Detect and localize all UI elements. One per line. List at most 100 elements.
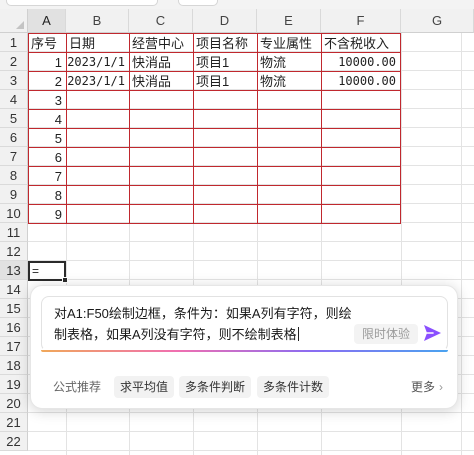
table-cell[interactable] [321, 110, 400, 129]
row-header-2[interactable]: 2 [0, 52, 28, 71]
table-cell[interactable] [66, 167, 129, 186]
row-header-10[interactable]: 10 [0, 204, 28, 223]
table-cell[interactable] [66, 205, 129, 224]
table-cell[interactable] [129, 129, 193, 148]
more-suggestions-link[interactable]: 更多 › [411, 376, 443, 398]
table-cell[interactable] [321, 186, 400, 205]
table-header-cell[interactable]: 日期 [66, 34, 129, 53]
table-cell[interactable] [66, 186, 129, 205]
column-header-g[interactable]: G [401, 9, 474, 33]
row-header-14[interactable]: 14 [0, 280, 28, 299]
row-header-7[interactable]: 7 [0, 147, 28, 166]
table-cell[interactable] [257, 167, 321, 186]
table-cell[interactable]: 6 [28, 148, 66, 167]
suggestion-chip-multi-condition[interactable]: 多条件判断 [179, 376, 252, 398]
table-cell[interactable] [321, 148, 400, 167]
table-header-cell[interactable]: 专业属性 [257, 34, 321, 53]
table-cell[interactable]: 5 [28, 129, 66, 148]
sheet-tab-fragment[interactable] [6, 0, 158, 6]
row-header-4[interactable]: 4 [0, 90, 28, 109]
send-arrow-icon[interactable] [421, 322, 443, 344]
table-cell[interactable] [193, 91, 257, 110]
table-cell[interactable] [66, 129, 129, 148]
row-header-1[interactable]: 1 [0, 33, 28, 52]
column-header-d[interactable]: D [193, 9, 257, 33]
table-header-cell[interactable]: 经营中心 [129, 34, 193, 53]
table-cell[interactable]: 2 [28, 72, 66, 91]
row-header-8[interactable]: 8 [0, 166, 28, 185]
table-cell[interactable] [257, 110, 321, 129]
table-cell[interactable]: 项目1 [193, 53, 257, 72]
table-cell[interactable] [193, 148, 257, 167]
table-cell[interactable] [193, 186, 257, 205]
row-header-20[interactable]: 20 [0, 394, 28, 413]
table-cell[interactable] [193, 205, 257, 224]
table-cell[interactable] [66, 91, 129, 110]
table-cell[interactable]: 9 [28, 205, 66, 224]
row-header-5[interactable]: 5 [0, 109, 28, 128]
table-cell[interactable] [129, 110, 193, 129]
table-cell[interactable]: 3 [28, 91, 66, 110]
table-cell[interactable] [257, 91, 321, 110]
row-header-16[interactable]: 16 [0, 318, 28, 337]
table-cell[interactable] [129, 205, 193, 224]
table-cell[interactable] [257, 205, 321, 224]
table-cell[interactable]: 项目1 [193, 72, 257, 91]
ai-prompt-input[interactable]: 对A1:F50绘制边框，条件为：如果A列有字符，则绘制表格，如果A列没有字符，则… [41, 296, 448, 352]
active-cell[interactable]: = [28, 261, 68, 283]
table-cell[interactable] [129, 186, 193, 205]
table-cell[interactable] [321, 205, 400, 224]
table-cell[interactable]: 10000.00 [321, 53, 400, 72]
table-cell[interactable]: 1 [28, 53, 66, 72]
row-header-17[interactable]: 17 [0, 337, 28, 356]
column-header-b[interactable]: B [66, 9, 129, 33]
table-cell[interactable]: 2023/1/1 [66, 53, 129, 72]
table-cell[interactable] [193, 129, 257, 148]
table-cell[interactable] [321, 167, 400, 186]
table-cell[interactable]: 10000.00 [321, 72, 400, 91]
row-header-11[interactable]: 11 [0, 223, 28, 242]
row-header-13[interactable]: 13 [0, 261, 28, 280]
row-header-9[interactable]: 9 [0, 185, 28, 204]
row-header-22[interactable]: 22 [0, 432, 28, 451]
sheet-tab-fragment-2[interactable] [178, 0, 218, 6]
suggestion-chip-multi-count[interactable]: 多条件计数 [257, 376, 330, 398]
table-cell[interactable] [66, 148, 129, 167]
column-header-c[interactable]: C [129, 9, 193, 33]
ai-prompt-text[interactable]: 对A1:F50绘制边框，条件为：如果A列有字符，则绘制表格，如果A列没有字符，则… [54, 303, 354, 345]
table-cell[interactable] [129, 167, 193, 186]
table-cell[interactable] [129, 91, 193, 110]
column-header-e[interactable]: E [257, 9, 321, 33]
table-cell[interactable]: 7 [28, 167, 66, 186]
table-cell[interactable] [321, 91, 400, 110]
column-header-f[interactable]: F [321, 9, 401, 33]
row-header-6[interactable]: 6 [0, 128, 28, 147]
row-header-12[interactable]: 12 [0, 242, 28, 261]
table-cell[interactable]: 物流 [257, 72, 321, 91]
table-cell[interactable] [257, 148, 321, 167]
table-cell[interactable] [321, 129, 400, 148]
select-all-corner[interactable] [0, 9, 28, 33]
table-cell[interactable]: 快消品 [129, 72, 193, 91]
table-cell[interactable]: 8 [28, 186, 66, 205]
table-cell[interactable]: 4 [28, 110, 66, 129]
row-header-18[interactable]: 18 [0, 356, 28, 375]
table-cell[interactable]: 物流 [257, 53, 321, 72]
fill-handle[interactable] [62, 277, 68, 283]
table-header-cell[interactable]: 序号 [28, 34, 66, 53]
table-cell[interactable] [66, 110, 129, 129]
row-header-3[interactable]: 3 [0, 71, 28, 90]
table-cell[interactable] [257, 186, 321, 205]
suggestion-chip-average[interactable]: 求平均值 [114, 376, 175, 398]
table-cell[interactable] [257, 129, 321, 148]
table-cell[interactable] [193, 110, 257, 129]
row-header-15[interactable]: 15 [0, 299, 28, 318]
row-header-19[interactable]: 19 [0, 375, 28, 394]
table-cell[interactable]: 快消品 [129, 53, 193, 72]
table-header-cell[interactable]: 不含税收入 [321, 34, 400, 53]
table-cell[interactable]: 2023/1/1 [66, 72, 129, 91]
table-cell[interactable] [129, 148, 193, 167]
table-header-cell[interactable]: 项目名称 [193, 34, 257, 53]
row-header-21[interactable]: 21 [0, 413, 28, 432]
table-cell[interactable] [193, 167, 257, 186]
